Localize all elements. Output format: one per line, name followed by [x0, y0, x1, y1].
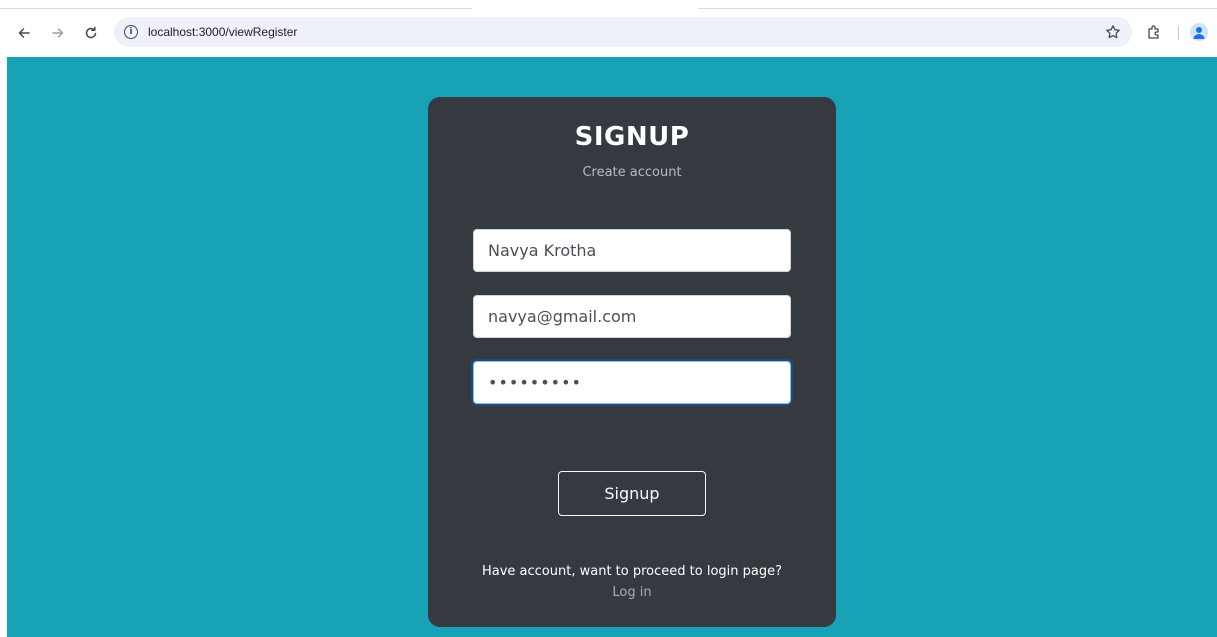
arrow-right-icon — [52, 28, 64, 38]
login-prompt-text: Have account, want to proceed to login p… — [481, 564, 782, 579]
profile-icon[interactable] — [1190, 23, 1208, 41]
browser-toolbar: i localhost:3000/viewRegister — [0, 0, 1217, 57]
signup-card: SIGNUP Create account Signup Have accoun… — [428, 97, 836, 627]
arrow-left-icon — [18, 28, 30, 38]
login-link[interactable]: Log in — [428, 585, 836, 600]
toolbar-divider — [1178, 26, 1179, 40]
signup-title: SIGNUP — [574, 122, 690, 152]
puzzle-icon[interactable] — [1144, 22, 1164, 42]
star-icon[interactable] — [1104, 23, 1122, 41]
back-button[interactable] — [12, 21, 36, 45]
info-icon[interactable]: i — [124, 25, 138, 39]
navigation-bar: i localhost:3000/viewRegister — [0, 10, 1217, 54]
signup-button[interactable]: Signup — [558, 471, 706, 516]
name-field[interactable] — [473, 229, 791, 272]
reload-button[interactable] — [79, 21, 103, 45]
password-field[interactable] — [473, 361, 791, 404]
tab-strip-divider — [0, 8, 472, 9]
forward-button[interactable] — [46, 21, 70, 45]
address-bar[interactable]: i localhost:3000/viewRegister — [114, 17, 1132, 47]
reload-icon — [85, 26, 97, 39]
signup-subtitle: Create account — [582, 165, 682, 180]
email-field[interactable] — [473, 295, 791, 338]
url-text[interactable]: localhost:3000/viewRegister — [148, 25, 297, 39]
page-background: SIGNUP Create account Signup Have accoun… — [7, 57, 1217, 637]
tab-strip-divider — [698, 8, 1217, 9]
